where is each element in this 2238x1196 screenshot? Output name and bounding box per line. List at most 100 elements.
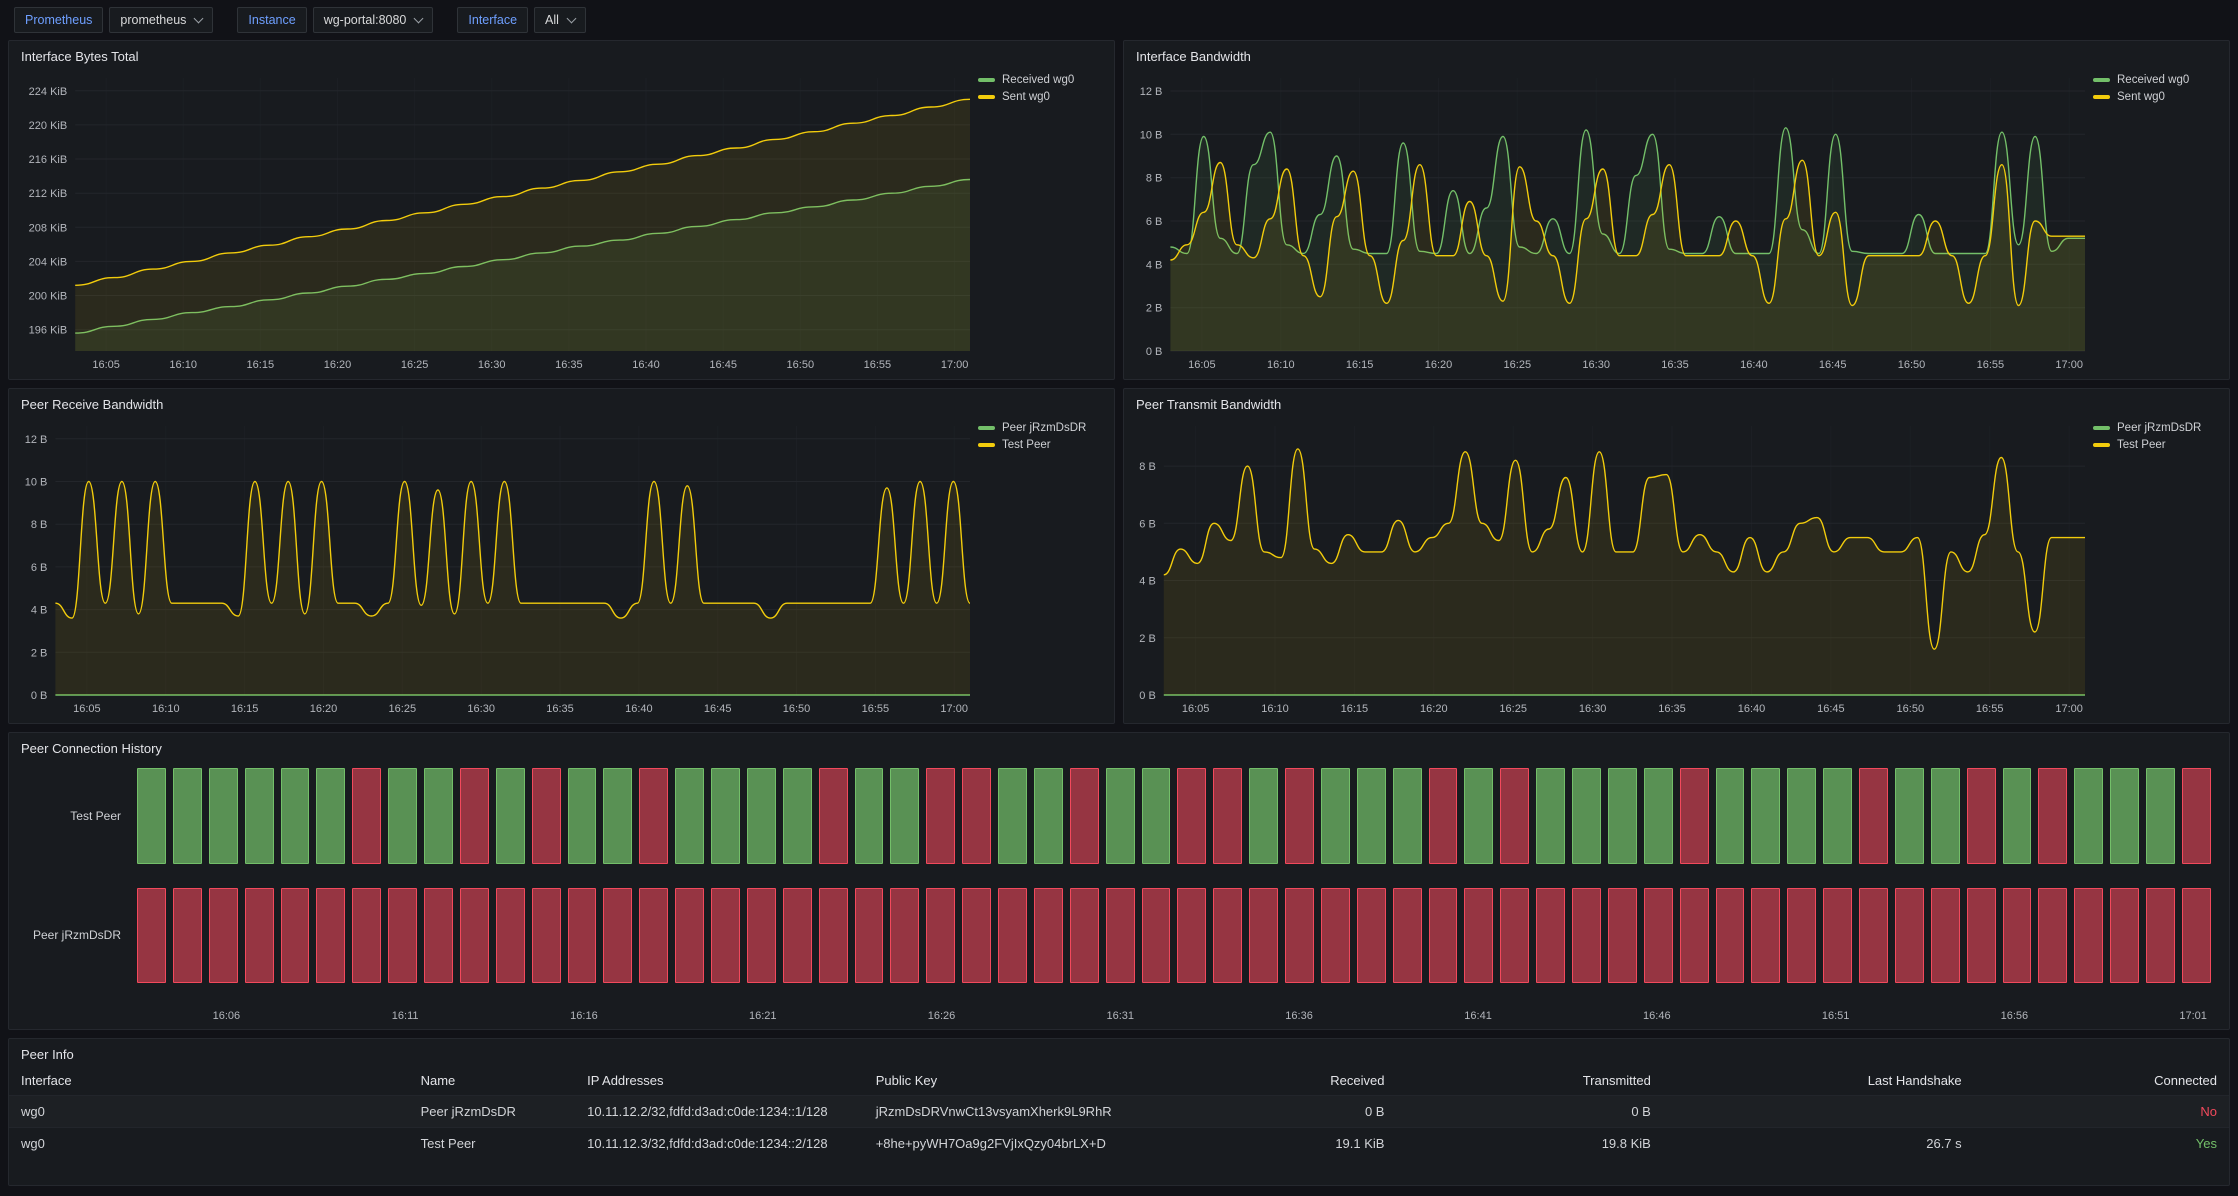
y-axis-tick-label: 6 B [1146, 216, 1163, 228]
x-axis-tick-label: 16:45 [709, 359, 737, 371]
timeline-state-bar [1213, 888, 1242, 984]
panel-title-interface-bandwidth[interactable]: Interface Bandwidth [1124, 41, 2229, 66]
timeline-state-bar [1680, 768, 1709, 864]
legend-item[interactable]: Test Peer [978, 439, 1102, 451]
chart-canvas[interactable]: 196 KiB200 KiB204 KiB208 KiB212 KiB216 K… [15, 66, 976, 375]
legend-label: Test Peer [1002, 439, 1051, 451]
legend-label: Received wg0 [2117, 74, 2189, 86]
y-axis-tick-label: 8 B [31, 519, 48, 531]
y-axis-tick-label: 4 B [1139, 576, 1156, 588]
legend-item[interactable]: Peer jRzmDsDR [2093, 422, 2217, 434]
panel-title-peer-receive-bandwidth[interactable]: Peer Receive Bandwidth [9, 389, 1114, 414]
x-axis-tick-label: 16:45 [1819, 359, 1847, 371]
x-axis-tick-label: 16:05 [73, 703, 101, 715]
timeline-state-bar [173, 888, 202, 984]
legend-item[interactable]: Sent wg0 [2093, 91, 2217, 103]
axis-tick-label: 16:51 [1822, 1010, 1850, 1022]
timeline-state-bar [1572, 888, 1601, 984]
column-header[interactable]: IP Addresses [575, 1066, 864, 1096]
y-axis-tick-label: 12 B [1140, 86, 1163, 98]
legend-item[interactable]: Received wg0 [2093, 74, 2217, 86]
timeline-state-bar [1177, 768, 1206, 864]
column-header[interactable]: Last Handshake [1663, 1066, 1974, 1096]
legend-label: Sent wg0 [2117, 91, 2165, 103]
datasource-label: Prometheus [14, 7, 103, 33]
chart-legend: Received wg0 Sent wg0 [976, 66, 1108, 375]
time-series-chart-bytes-total[interactable]: 196 KiB200 KiB204 KiB208 KiB212 KiB216 K… [15, 66, 976, 375]
timeline-state-bar [209, 768, 238, 864]
timeline-state-bar [2182, 768, 2211, 864]
x-axis-tick-label: 16:05 [1188, 359, 1216, 371]
timeline-row-label: Test Peer [15, 768, 137, 864]
x-axis-tick-label: 16:15 [231, 703, 259, 715]
timeline-state-bar [890, 888, 919, 984]
table-cell: wg0 [9, 1096, 409, 1128]
state-timeline[interactable]: Test PeerPeer jRzmDsDR16:0616:1116:1616:… [9, 758, 2229, 1029]
x-axis-tick-label: 16:35 [555, 359, 583, 371]
x-axis-tick-label: 16:10 [1261, 703, 1289, 715]
timeline-state-bar [2146, 768, 2175, 864]
timeline-state-bar [1034, 888, 1063, 984]
panel-title-interface-bytes-total[interactable]: Interface Bytes Total [9, 41, 1114, 66]
timeline-state-bar [424, 768, 453, 864]
instance-dropdown[interactable]: wg-portal:8080 [313, 7, 434, 33]
y-axis-tick-label: 208 KiB [29, 222, 68, 234]
legend-item[interactable]: Received wg0 [978, 74, 1102, 86]
timeline-state-bar [1931, 768, 1960, 864]
timeline-state-bar [711, 768, 740, 864]
table-cell: 10.11.12.2/32,fdfd:d3ad:c0de:1234::1/128 [575, 1096, 864, 1128]
legend-item[interactable]: Sent wg0 [978, 91, 1102, 103]
timeline-state-bar [1787, 768, 1816, 864]
timeline-state-bar [926, 768, 955, 864]
column-header[interactable]: Name [409, 1066, 576, 1096]
column-header[interactable]: Received [1163, 1066, 1396, 1096]
x-axis-tick-label: 17:00 [940, 703, 968, 715]
timeline-state-bar [388, 888, 417, 984]
legend-label: Test Peer [2117, 439, 2166, 451]
legend-item[interactable]: Peer jRzmDsDR [978, 422, 1102, 434]
datasource-dropdown[interactable]: prometheus [109, 7, 213, 33]
timeline-state-bar [1895, 768, 1924, 864]
time-series-chart-interface-bandwidth[interactable]: 0 B2 B4 B6 B8 B10 B12 B16:0516:1016:1516… [1130, 66, 2091, 375]
instance-value: wg-portal:8080 [324, 13, 407, 27]
timeline-state-bar [1393, 768, 1422, 864]
panel-title-peer-transmit-bandwidth[interactable]: Peer Transmit Bandwidth [1124, 389, 2229, 414]
chart-canvas[interactable]: 0 B2 B4 B6 B8 B10 B12 B16:0516:1016:1516… [1130, 66, 2091, 375]
timeline-state-bar [926, 888, 955, 984]
time-series-chart-peer-transmit[interactable]: 0 B2 B4 B6 B8 B16:0516:1016:1516:2016:25… [1130, 414, 2091, 719]
timeline-bars [137, 768, 2211, 864]
timeline-state-bar [1321, 888, 1350, 984]
column-header[interactable]: Public Key [864, 1066, 1164, 1096]
panel-title-peer-info[interactable]: Peer Info [9, 1039, 2229, 1064]
timeline-state-bar [424, 888, 453, 984]
interface-value: All [545, 13, 559, 27]
legend-label: Received wg0 [1002, 74, 1074, 86]
timeline-state-bar [352, 888, 381, 984]
x-axis-tick-label: 16:45 [704, 703, 732, 715]
x-axis-tick-label: 16:25 [401, 359, 429, 371]
column-header[interactable]: Connected [1974, 1066, 2229, 1096]
panel-title-peer-connection-history[interactable]: Peer Connection History [9, 733, 2229, 758]
table-cell: 10.11.12.3/32,fdfd:d3ad:c0de:1234::2/128 [575, 1128, 864, 1160]
x-axis-tick-label: 16:30 [478, 359, 506, 371]
x-axis-tick-label: 16:35 [1658, 703, 1686, 715]
timeline-state-bar [1859, 888, 1888, 984]
chart-canvas[interactable]: 0 B2 B4 B6 B8 B10 B12 B16:0516:1016:1516… [15, 414, 976, 719]
timeline-row-label: Peer jRzmDsDR [15, 888, 137, 984]
legend-swatch [978, 443, 995, 447]
timeline-state-bar [1967, 888, 1996, 984]
interface-dropdown[interactable]: All [534, 7, 586, 33]
panel-interface-bytes-total: Interface Bytes Total 196 KiB200 KiB204 … [8, 40, 1115, 380]
timeline-state-bar [1429, 888, 1458, 984]
table-row: wg0Peer jRzmDsDR10.11.12.2/32,fdfd:d3ad:… [9, 1096, 2229, 1128]
time-series-chart-peer-receive[interactable]: 0 B2 B4 B6 B8 B10 B12 B16:0516:1016:1516… [15, 414, 976, 719]
column-header[interactable]: Transmitted [1396, 1066, 1662, 1096]
timeline-state-bar [1249, 888, 1278, 984]
x-axis-tick-label: 16:35 [546, 703, 574, 715]
timeline-state-bar [2003, 768, 2032, 864]
timeline-state-bar [1070, 768, 1099, 864]
legend-item[interactable]: Test Peer [2093, 439, 2217, 451]
chart-canvas[interactable]: 0 B2 B4 B6 B8 B16:0516:1016:1516:2016:25… [1130, 414, 2091, 719]
column-header[interactable]: Interface [9, 1066, 409, 1096]
chart-legend: Peer jRzmDsDR Test Peer [976, 414, 1108, 719]
